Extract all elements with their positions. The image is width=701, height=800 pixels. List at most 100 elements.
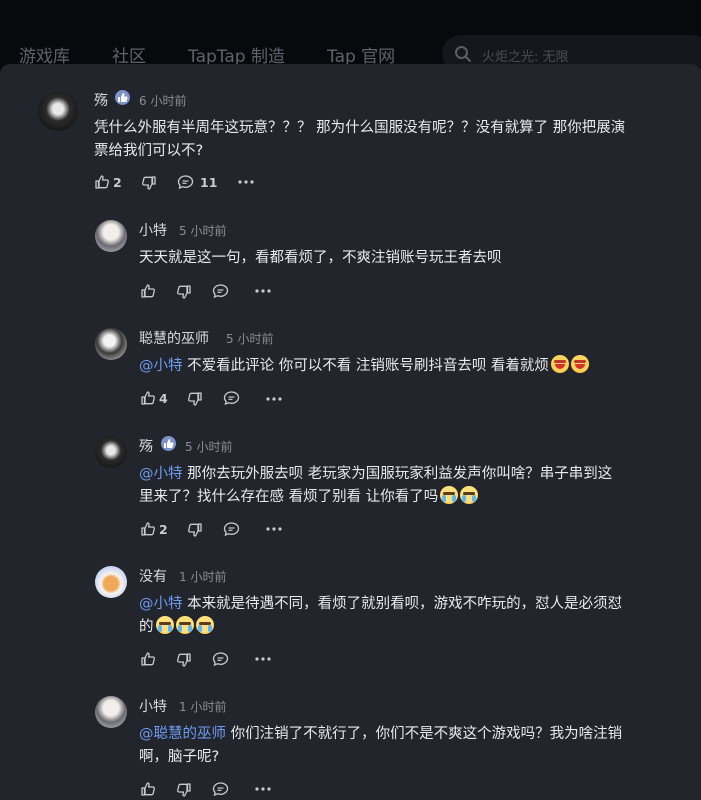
like-count: 2 bbox=[113, 174, 122, 190]
hot-face-emoji-icon bbox=[570, 355, 589, 373]
reply-author[interactable]: 小特 bbox=[139, 220, 167, 240]
reply-text-content: 你们注销了不就行了，你们不是不爽这个游戏吗？我为啥注销 bbox=[226, 726, 623, 742]
avatar[interactable] bbox=[38, 91, 78, 131]
reply-text-line: 的 bbox=[139, 616, 679, 639]
reply-text: @小特 本来就是待遇不同，看烦了就别看呗，游戏不咋玩的，怼人是必须怼 的 bbox=[139, 593, 679, 639]
thumbs-down-icon bbox=[187, 391, 203, 407]
reply-author[interactable]: 殇 bbox=[139, 436, 153, 456]
like-button[interactable] bbox=[140, 651, 156, 667]
thumbs-up-icon bbox=[140, 390, 156, 406]
like-button[interactable]: 2 bbox=[140, 521, 168, 537]
comment-bubble-icon bbox=[223, 521, 240, 537]
mention-link[interactable]: @小特 bbox=[139, 358, 183, 374]
more-options-button[interactable] bbox=[255, 289, 271, 293]
more-dots-icon bbox=[238, 180, 254, 184]
comment-author[interactable]: 殇 bbox=[94, 90, 108, 110]
dislike-button[interactable] bbox=[176, 782, 192, 798]
more-dots-icon bbox=[266, 527, 282, 531]
reply-button[interactable] bbox=[223, 390, 240, 406]
verified-badge-icon bbox=[161, 436, 176, 451]
reply-button[interactable] bbox=[212, 781, 229, 797]
comment-bubble-icon bbox=[212, 781, 229, 797]
thumbs-down-icon bbox=[176, 782, 192, 798]
reply-button[interactable] bbox=[212, 283, 229, 299]
like-count: 2 bbox=[159, 521, 168, 537]
more-dots-icon bbox=[255, 787, 271, 791]
avatar[interactable] bbox=[95, 220, 127, 252]
dislike-button[interactable] bbox=[176, 652, 192, 668]
reply-text-content: 不爱看此评论 你可以不看 注销账号刷抖音去呗 看着就烦 bbox=[182, 358, 549, 374]
thumbs-up-icon bbox=[140, 521, 156, 537]
reply-time: 1 小时前 bbox=[179, 570, 227, 584]
reply-time: 5 小时前 bbox=[179, 224, 227, 238]
reply-text-line: 啊，脑子呢? bbox=[139, 749, 220, 765]
thumbs-up-icon bbox=[94, 174, 110, 190]
more-options-button[interactable] bbox=[266, 397, 282, 401]
reply-text: 天天就是这一句，看都看烦了，不爽注销账号玩王者去呗 bbox=[139, 247, 679, 270]
hot-face-emoji-icon bbox=[550, 355, 569, 373]
comment-time: 6 小时前 bbox=[139, 94, 187, 108]
crying-face-emoji-icon bbox=[460, 486, 479, 504]
reply-time: 5 小时前 bbox=[226, 332, 274, 346]
thumbs-down-icon bbox=[187, 522, 203, 538]
like-button[interactable] bbox=[140, 781, 156, 797]
avatar[interactable] bbox=[95, 696, 127, 728]
more-options-button[interactable] bbox=[238, 180, 254, 184]
reply-author[interactable]: 聪慧的巫师 bbox=[139, 328, 209, 348]
crying-face-emoji-icon bbox=[155, 616, 174, 634]
search-placeholder: 火炬之光: 无限 bbox=[482, 50, 569, 65]
dislike-button[interactable] bbox=[187, 391, 203, 407]
comment-panel: 殇 6 小时前 凭什么外服有半周年这玩意？？？ 那为什么国服没有呢？？没有就算了… bbox=[0, 64, 701, 800]
mention-link[interactable]: @聪慧的巫师 bbox=[139, 726, 226, 742]
reply-text: @小特 不爱看此评论 你可以不看 注销账号刷抖音去呗 看着就烦 bbox=[139, 355, 679, 378]
mention-link[interactable]: @小特 bbox=[139, 596, 183, 612]
reply-text: @小特 那你去玩外服去呗 老玩家为国服玩家利益发声你叫啥？串子串到这 里来了？找… bbox=[139, 463, 679, 509]
reply-text-line: @小特 那你去玩外服去呗 老玩家为国服玩家利益发声你叫啥？串子串到这 bbox=[139, 463, 679, 486]
comment-bubble-icon bbox=[212, 651, 229, 667]
thumbs-down-icon bbox=[176, 652, 192, 668]
crying-face-emoji-icon bbox=[195, 616, 214, 634]
verified-badge-icon bbox=[115, 90, 130, 105]
reply-text-line: @小特 不爱看此评论 你可以不看 注销账号刷抖音去呗 看着就烦 bbox=[139, 355, 679, 378]
reply-count: 11 bbox=[200, 174, 218, 190]
avatar[interactable] bbox=[95, 566, 127, 598]
reply-time: 1 小时前 bbox=[179, 700, 227, 714]
comment-bubble-icon bbox=[177, 174, 194, 190]
thumbs-up-icon bbox=[140, 651, 156, 667]
reply-text-line: 天天就是这一句，看都看烦了，不爽注销账号玩王者去呗 bbox=[139, 250, 502, 266]
thumbs-down-icon bbox=[176, 284, 192, 300]
reply-text-content: 里来了？找什么存在感 看烦了别看 让你看了吗 bbox=[139, 489, 439, 505]
reply-button[interactable]: 11 bbox=[177, 174, 217, 190]
avatar[interactable] bbox=[95, 328, 127, 360]
more-dots-icon bbox=[266, 397, 282, 401]
avatar[interactable] bbox=[95, 436, 127, 468]
reply-text-line: @聪慧的巫师 你们注销了不就行了，你们不是不爽这个游戏吗？我为啥注销 bbox=[139, 723, 679, 746]
comment-bubble-icon bbox=[223, 390, 240, 406]
comment-bubble-icon bbox=[212, 283, 229, 299]
reply-button[interactable] bbox=[212, 651, 229, 667]
thumbs-down-icon bbox=[141, 175, 157, 191]
more-options-button[interactable] bbox=[266, 527, 282, 531]
dislike-button[interactable] bbox=[141, 175, 157, 191]
comment-text-line: 票给我们可以不? bbox=[94, 143, 204, 159]
comment-text-line: 凭什么外服有半周年这玩意？？？ 那为什么国服没有呢？？没有就算了 那你把展演 bbox=[94, 120, 626, 136]
dislike-button[interactable] bbox=[187, 522, 203, 538]
reply-text-content: 那你去玩外服去呗 老玩家为国服玩家利益发声你叫啥？串子串到这 bbox=[182, 466, 613, 482]
like-button[interactable]: 4 bbox=[140, 390, 168, 406]
thumbs-up-icon bbox=[140, 781, 156, 797]
reply-text-content: 的 bbox=[139, 619, 154, 635]
comment-text: 凭什么外服有半周年这玩意？？？ 那为什么国服没有呢？？没有就算了 那你把展演 票… bbox=[94, 117, 674, 163]
reply-text: @聪慧的巫师 你们注销了不就行了，你们不是不爽这个游戏吗？我为啥注销 啊，脑子呢… bbox=[139, 723, 679, 769]
mention-link[interactable]: @小特 bbox=[139, 466, 183, 482]
like-button[interactable]: 2 bbox=[94, 174, 122, 190]
reply-author[interactable]: 小特 bbox=[139, 696, 167, 716]
reply-button[interactable] bbox=[223, 521, 240, 537]
more-options-button[interactable] bbox=[255, 787, 271, 791]
more-dots-icon bbox=[255, 657, 271, 661]
reply-author[interactable]: 没有 bbox=[139, 566, 167, 586]
like-button[interactable] bbox=[140, 283, 156, 299]
dislike-button[interactable] bbox=[176, 284, 192, 300]
more-options-button[interactable] bbox=[255, 657, 271, 661]
crying-face-emoji-icon bbox=[175, 616, 194, 634]
crying-face-emoji-icon bbox=[440, 486, 459, 504]
